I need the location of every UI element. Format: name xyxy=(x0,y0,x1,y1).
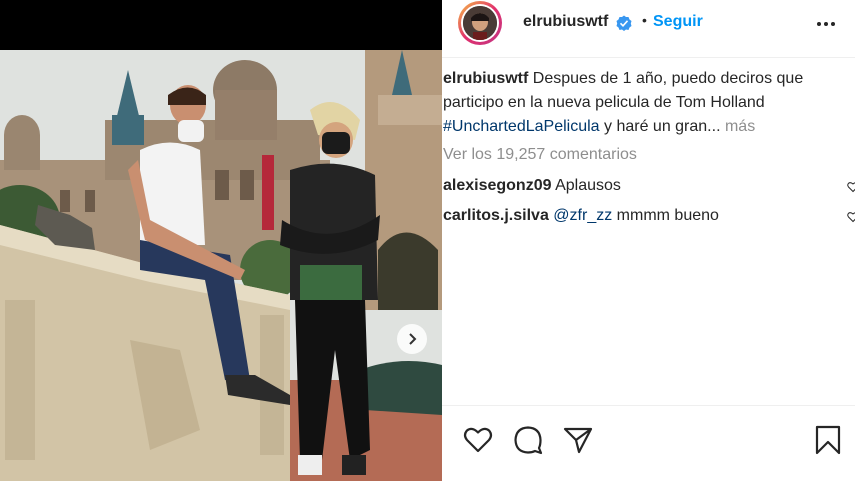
comment-like-icon[interactable] xyxy=(847,181,855,193)
actions-divider xyxy=(442,405,855,406)
post-actions-bar xyxy=(442,420,855,464)
comment-like-icon[interactable] xyxy=(847,211,855,223)
comment-item: alexisegonz09 Aplausos xyxy=(443,177,843,195)
follow-button[interactable]: Seguir xyxy=(653,13,703,31)
caption-hashtag[interactable]: #UnchartedLaPelicula xyxy=(443,118,600,135)
avatar-image xyxy=(463,6,497,40)
post-media-panel xyxy=(0,0,442,481)
comment-username[interactable]: carlitos.j.silva xyxy=(443,207,549,224)
caption-username[interactable]: elrubiuswtf xyxy=(443,70,528,87)
heart-icon[interactable] xyxy=(462,424,494,456)
caption-text-continued: y haré un gran... xyxy=(604,118,721,135)
share-icon[interactable] xyxy=(562,424,594,456)
comment-item: carlitos.j.silva @zfr_zz mmmm bueno xyxy=(443,207,843,225)
photo-scene xyxy=(0,50,442,481)
post-author-username[interactable]: elrubiuswtf xyxy=(523,13,608,31)
next-photo-button[interactable] xyxy=(397,324,427,354)
comment-mention[interactable]: @zfr_zz xyxy=(553,207,612,224)
post-header: elrubiuswtf • Seguir xyxy=(442,0,855,48)
caption-more-link[interactable]: más xyxy=(725,118,755,135)
avatar[interactable] xyxy=(458,1,502,45)
comment-username[interactable]: alexisegonz09 xyxy=(443,177,552,194)
comment-text: mmmm bueno xyxy=(616,207,719,224)
bookmark-icon[interactable] xyxy=(812,424,844,456)
verified-badge-icon xyxy=(616,15,632,31)
header-separator: • xyxy=(642,12,647,28)
view-all-comments-link[interactable]: Ver los 19,257 comentarios xyxy=(443,146,637,164)
chevron-right-icon xyxy=(409,333,417,345)
post-caption: elrubiuswtf Despues de 1 año, puedo deci… xyxy=(443,67,843,139)
post-photo[interactable] xyxy=(0,50,442,481)
comment-text: Aplausos xyxy=(555,177,621,194)
comment-icon[interactable] xyxy=(512,424,544,456)
more-options-icon[interactable] xyxy=(814,13,838,35)
post-details-panel: elrubiuswtf • Seguir elrubiuswtf Despues… xyxy=(442,0,855,481)
header-divider xyxy=(442,57,855,58)
